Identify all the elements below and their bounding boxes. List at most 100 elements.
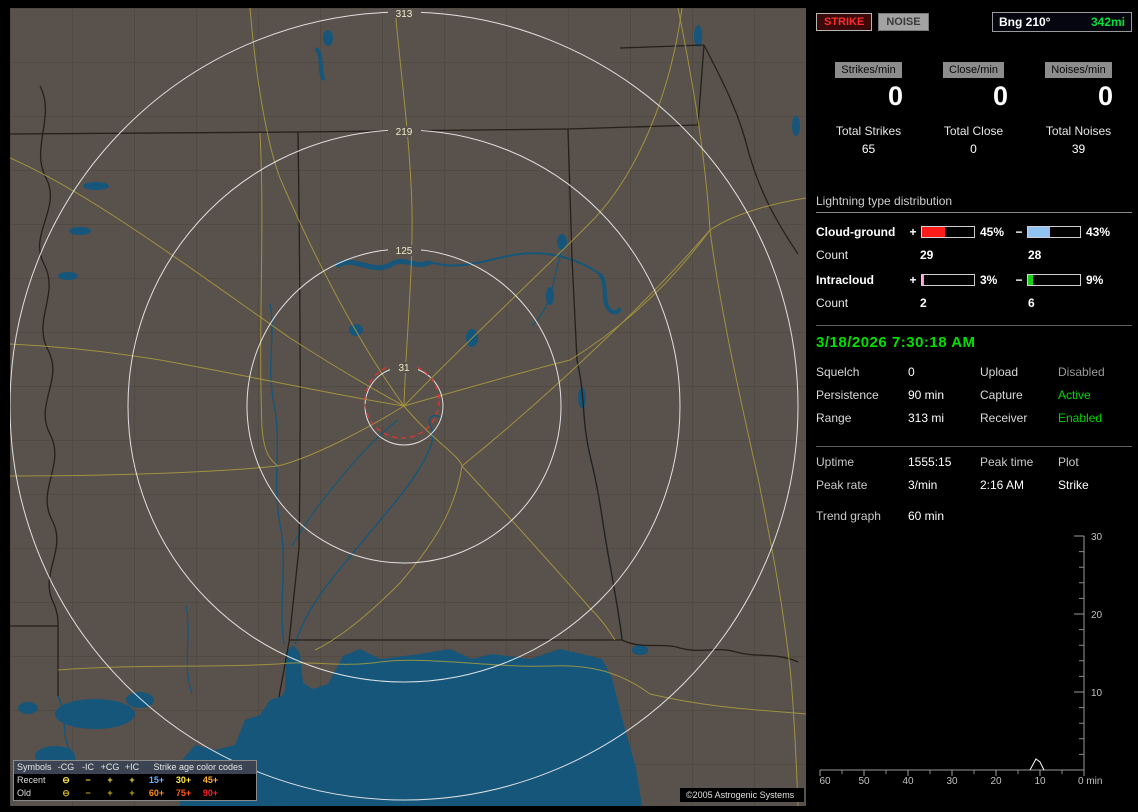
pos-ic-symbol-old-icon: +	[129, 788, 135, 798]
neg-ic-symbol-old-icon: −	[85, 788, 91, 798]
y-major-ticks	[1074, 535, 1084, 771]
strikes-per-min-value: 0	[887, 81, 903, 111]
squelch-label: Squelch	[816, 365, 860, 379]
upload-value: Disabled	[1058, 365, 1105, 379]
total-noises-value: 39	[1071, 142, 1086, 156]
ring-label-313: 313	[396, 9, 413, 20]
bearing-range-value: 342mi	[1090, 15, 1125, 29]
neg-cg-symbol-icon: ⊖	[62, 775, 70, 785]
trend-graph-svg: 30 20 10 60 50 40 30 20 10 0 min	[819, 532, 1103, 787]
svg-text:20: 20	[1091, 610, 1103, 621]
range-value: 313 mi	[908, 411, 945, 425]
legend-recent-row: Recent ⊖ − + + 15+ 30+ 45+	[14, 774, 256, 787]
plot-value: Strike	[1058, 478, 1089, 492]
close-per-min-value: 0	[992, 81, 1008, 111]
legend-recent-label: Recent	[17, 775, 46, 785]
y-minor-ticks	[1079, 551, 1084, 755]
divider	[816, 446, 1132, 447]
plot-label: Plot	[1058, 455, 1079, 469]
cg-count-label: Count	[816, 248, 849, 262]
close-per-min-chip[interactable]: Close/min	[943, 62, 1004, 78]
map-svg[interactable]: 313 219 125 31 ©2005 Astrogenic Systems	[10, 8, 806, 806]
intracloud-count-row: Count 2 6	[816, 296, 1132, 310]
age-30: 30+	[175, 775, 192, 785]
minus-sign: −	[1015, 272, 1023, 287]
intracloud-row: Intracloud + 3% − 9%	[816, 272, 1132, 287]
svg-text:40: 40	[902, 776, 914, 787]
stats-row-2: Peak rate 3/min 2:16 AM Strike	[816, 478, 1132, 493]
cloud-ground-row: Cloud-ground + 45% − 43%	[816, 224, 1132, 239]
legend-old-row: Old ⊖ − + + 60+ 75+ 90+	[14, 787, 256, 800]
upload-label: Upload	[980, 365, 1019, 379]
minus-sign: −	[1015, 224, 1023, 239]
noises-column: Noises/min 0 Total Noises 39	[1026, 62, 1131, 156]
squelch-value: 0	[908, 365, 915, 379]
divider	[816, 325, 1132, 326]
trend-graph-row: Trend graph 60 min	[816, 509, 1132, 524]
ic-positive-pct: 3%	[980, 272, 998, 287]
cg-negative-pct: 43%	[1086, 224, 1111, 239]
datetime-display: 3/18/2026 7:30:18 AM	[816, 334, 976, 351]
distribution-title: Lightning type distribution	[816, 194, 1132, 213]
stats-row-1: Uptime 1555:15 Peak time Plot	[816, 455, 1132, 470]
age-60: 60+	[148, 788, 165, 798]
age-75: 75+	[175, 788, 192, 798]
cg-negative-count: 28	[1028, 248, 1042, 262]
legend-header-row: Symbols -CG -IC +CG +IC Strike age color…	[14, 761, 256, 774]
plus-sign: +	[909, 272, 917, 287]
map-legend: Symbols -CG -IC +CG +IC Strike age color…	[13, 760, 257, 801]
settings-row-2: Persistence 90 min Capture Active	[816, 388, 1132, 403]
noises-per-min-chip[interactable]: Noises/min	[1045, 62, 1112, 78]
pos-cg-symbol-old-icon: +	[107, 788, 113, 798]
trend-graph-label: Trend graph	[816, 509, 881, 523]
ring-label-31: 31	[398, 363, 410, 374]
ic-negative-bar	[1027, 273, 1081, 286]
capture-value: Active	[1058, 388, 1091, 402]
uptime-value: 1555:15	[908, 455, 952, 469]
peak-rate-value: 3/min	[908, 478, 938, 492]
bearing-display: Bng 210° 342mi	[992, 12, 1132, 32]
cg-positive-count: 29	[920, 248, 934, 262]
range-label: Range	[816, 411, 852, 425]
uptime-label: Uptime	[816, 455, 855, 469]
strikes-column: Strikes/min 0 Total Strikes 65	[816, 62, 921, 156]
persistence-value: 90 min	[908, 388, 945, 402]
legend-old-label: Old	[17, 788, 32, 798]
copyright: ©2005 Astrogenic Systems	[686, 790, 795, 800]
bearing-label: Bng 210°	[999, 15, 1051, 29]
svg-text:50: 50	[858, 776, 870, 787]
peak-rate-label: Peak rate	[816, 478, 868, 492]
top-bar: STRIKE NOISE Bng 210° 342mi	[816, 12, 1132, 32]
neg-ic-symbol-icon: −	[85, 775, 91, 785]
map-area[interactable]: 313 219 125 31 ©2005 Astrogenic Systems …	[10, 8, 806, 806]
peak-time-label: Peak time	[980, 455, 1034, 469]
total-strikes-value: 65	[861, 142, 876, 156]
pos-cg-symbol-icon: +	[107, 775, 113, 785]
neg-cg-symbol-old-icon: ⊖	[62, 788, 70, 798]
receiver-value: Enabled	[1058, 411, 1103, 425]
legend-symbols-header: Symbols	[17, 762, 52, 772]
legend-col-neg-cg: -CG	[57, 762, 75, 772]
app-window: 313 219 125 31 ©2005 Astrogenic Systems …	[0, 0, 1138, 812]
svg-text:10: 10	[1091, 688, 1103, 699]
total-noises-label: Total Noises	[1045, 124, 1112, 138]
trend-graph: 30 20 10 60 50 40 30 20 10 0 min	[816, 530, 1132, 805]
y-axis-labels: 30 20 10	[1091, 532, 1103, 699]
trend-series	[1029, 758, 1045, 771]
x-axis-labels: 60 50 40 30 20 10 0 min	[819, 776, 1102, 787]
strikes-per-min-chip[interactable]: Strikes/min	[835, 62, 902, 78]
total-strikes-label: Total Strikes	[835, 124, 902, 138]
legend-age-header: Strike age color codes	[153, 762, 243, 772]
noise-button[interactable]: NOISE	[878, 13, 929, 31]
cg-positive-bar	[921, 225, 975, 238]
receiver-label: Receiver	[980, 411, 1028, 425]
cloud-ground-count-row: Count 29 28	[816, 248, 1132, 262]
cloud-ground-label: Cloud-ground	[816, 224, 896, 239]
ic-positive-count: 2	[920, 296, 927, 310]
svg-text:10: 10	[1034, 776, 1046, 787]
intracloud-label: Intracloud	[816, 272, 875, 287]
total-close-value: 0	[970, 142, 977, 156]
peak-time-value: 2:16 AM	[980, 478, 1025, 492]
strike-button[interactable]: STRIKE	[816, 13, 873, 31]
trend-graph-window: 60 min	[908, 509, 945, 523]
